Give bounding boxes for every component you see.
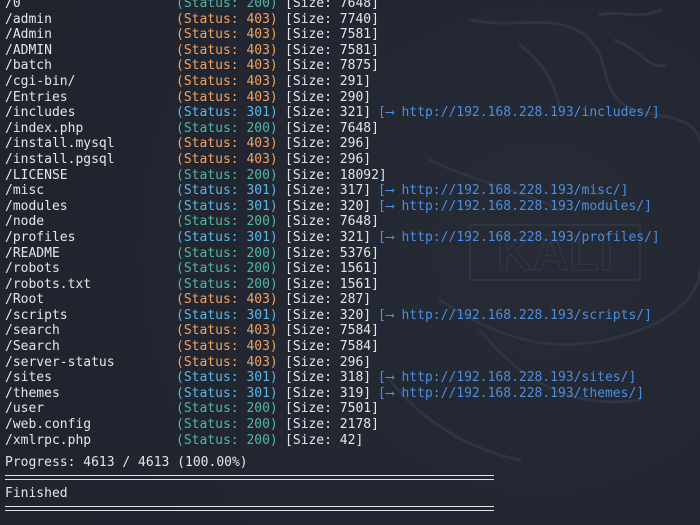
redirect-link[interactable]: [⟶ http://192.168.228.193/scripts/] — [378, 308, 652, 324]
response-size: [Size: 296] — [285, 354, 372, 370]
result-path: /LICENSE — [5, 167, 68, 183]
status-code: (Status: 403) — [176, 73, 278, 89]
response-size: [Size: 18092] — [285, 167, 387, 183]
status-code: (Status: 200) — [176, 261, 278, 277]
redirect-link[interactable]: [⟶ http://192.168.228.193/includes/] — [378, 105, 660, 121]
response-size: [Size: 296] — [285, 151, 372, 167]
response-size: [Size: 320] — [285, 307, 372, 323]
redirect-link[interactable]: [⟶ http://192.168.228.193/profiles/] — [378, 230, 660, 246]
status-code: (Status: 301) — [176, 183, 278, 199]
progress-line: Progress: 4613 / 4613 (100.00%) — [5, 455, 248, 470]
status-code: (Status: 301) — [176, 229, 278, 245]
response-size: [Size: 291] — [285, 73, 372, 89]
result-path: /scripts — [5, 307, 68, 323]
result-path: /misc — [5, 183, 45, 199]
finished-label: Finished — [5, 486, 68, 501]
result-path: /user — [5, 401, 45, 417]
result-path: /xmlrpc.php — [5, 432, 92, 448]
result-path: /Entries — [5, 89, 68, 105]
status-code: (Status: 200) — [176, 276, 278, 292]
result-path: /ADMIN — [5, 42, 52, 58]
result-path: /sites — [5, 370, 52, 386]
separator-rule — [5, 475, 494, 480]
result-path: /profiles — [5, 229, 76, 245]
result-path: /robots.txt — [5, 276, 92, 292]
result-path: /node — [5, 214, 45, 230]
response-size: [Size: 321] — [285, 229, 372, 245]
status-code: (Status: 301) — [176, 105, 278, 121]
status-code: (Status: 403) — [176, 58, 278, 74]
status-code: (Status: 403) — [176, 11, 278, 27]
response-size: [Size: 7648] — [285, 214, 379, 230]
status-code: (Status: 200) — [176, 0, 278, 11]
result-path: /install.mysql — [5, 136, 115, 152]
response-size: [Size: 1561] — [285, 276, 379, 292]
status-code: (Status: 403) — [176, 323, 278, 339]
status-code: (Status: 200) — [176, 214, 278, 230]
status-code: (Status: 200) — [176, 401, 278, 417]
response-size: [Size: 7875] — [285, 58, 379, 74]
response-size: [Size: 1561] — [285, 261, 379, 277]
result-path: /Search — [5, 339, 60, 355]
response-size: [Size: 287] — [285, 292, 372, 308]
status-code: (Status: 403) — [176, 42, 278, 58]
response-size: [Size: 2178] — [285, 417, 379, 433]
result-path: /cgi-bin/ — [5, 73, 76, 89]
result-path: /web.config — [5, 417, 92, 433]
status-code: (Status: 403) — [176, 151, 278, 167]
response-size: [Size: 317] — [285, 183, 372, 199]
response-size: [Size: 42] — [285, 432, 364, 448]
redirect-link[interactable]: [⟶ http://192.168.228.193/themes/] — [378, 386, 644, 402]
result-path: /modules — [5, 198, 68, 214]
response-size: [Size: 319] — [285, 385, 372, 401]
status-code: (Status: 200) — [176, 167, 278, 183]
result-path: /admin — [5, 11, 52, 27]
response-size: [Size: 7581] — [285, 42, 379, 58]
response-size: [Size: 7648] — [285, 120, 379, 136]
terminal-window[interactable]: KALI /0 (Status: 200) [Size: 7648]/admin (S… — [0, 0, 700, 525]
response-size: [Size: 7501] — [285, 401, 379, 417]
status-code: (Status: 200) — [176, 417, 278, 433]
response-size: [Size: 5376] — [285, 245, 379, 261]
status-code: (Status: 403) — [176, 89, 278, 105]
response-size: [Size: 7584] — [285, 339, 379, 355]
response-size: [Size: 7584] — [285, 323, 379, 339]
status-code: (Status: 403) — [176, 136, 278, 152]
status-code: (Status: 200) — [176, 120, 278, 136]
redirect-link[interactable]: [⟶ http://192.168.228.193/misc/] — [378, 183, 628, 199]
redirect-link[interactable]: [⟶ http://192.168.228.193/sites/] — [378, 370, 636, 386]
result-path: /README — [5, 245, 60, 261]
result-path: /Admin — [5, 27, 52, 43]
response-size: [Size: 321] — [285, 105, 372, 121]
response-size: [Size: 290] — [285, 89, 372, 105]
result-path: /index.php — [5, 120, 84, 136]
response-size: [Size: 7581] — [285, 27, 379, 43]
response-size: [Size: 7648] — [285, 0, 379, 11]
result-path: /0 — [5, 0, 21, 11]
status-code: (Status: 301) — [176, 370, 278, 386]
result-path: /search — [5, 323, 60, 339]
result-path: /server-status — [5, 354, 115, 370]
result-path: /Root — [5, 292, 45, 308]
status-code: (Status: 403) — [176, 354, 278, 370]
response-size: [Size: 296] — [285, 136, 372, 152]
status-code: (Status: 403) — [176, 292, 278, 308]
redirect-link[interactable]: [⟶ http://192.168.228.193/modules/] — [378, 199, 652, 215]
status-code: (Status: 403) — [176, 27, 278, 43]
result-path: /themes — [5, 385, 60, 401]
response-size: [Size: 7740] — [285, 11, 379, 27]
result-path: /robots — [5, 261, 60, 277]
result-path: /install.pgsql — [5, 151, 115, 167]
status-code: (Status: 403) — [176, 339, 278, 355]
status-code: (Status: 301) — [176, 385, 278, 401]
result-path: /batch — [5, 58, 52, 74]
result-path: /includes — [5, 105, 76, 121]
status-code: (Status: 301) — [176, 198, 278, 214]
response-size: [Size: 318] — [285, 370, 372, 386]
status-code: (Status: 301) — [176, 307, 278, 323]
separator-rule — [5, 506, 494, 511]
status-code: (Status: 200) — [176, 245, 278, 261]
status-code: (Status: 200) — [176, 432, 278, 448]
response-size: [Size: 320] — [285, 198, 372, 214]
